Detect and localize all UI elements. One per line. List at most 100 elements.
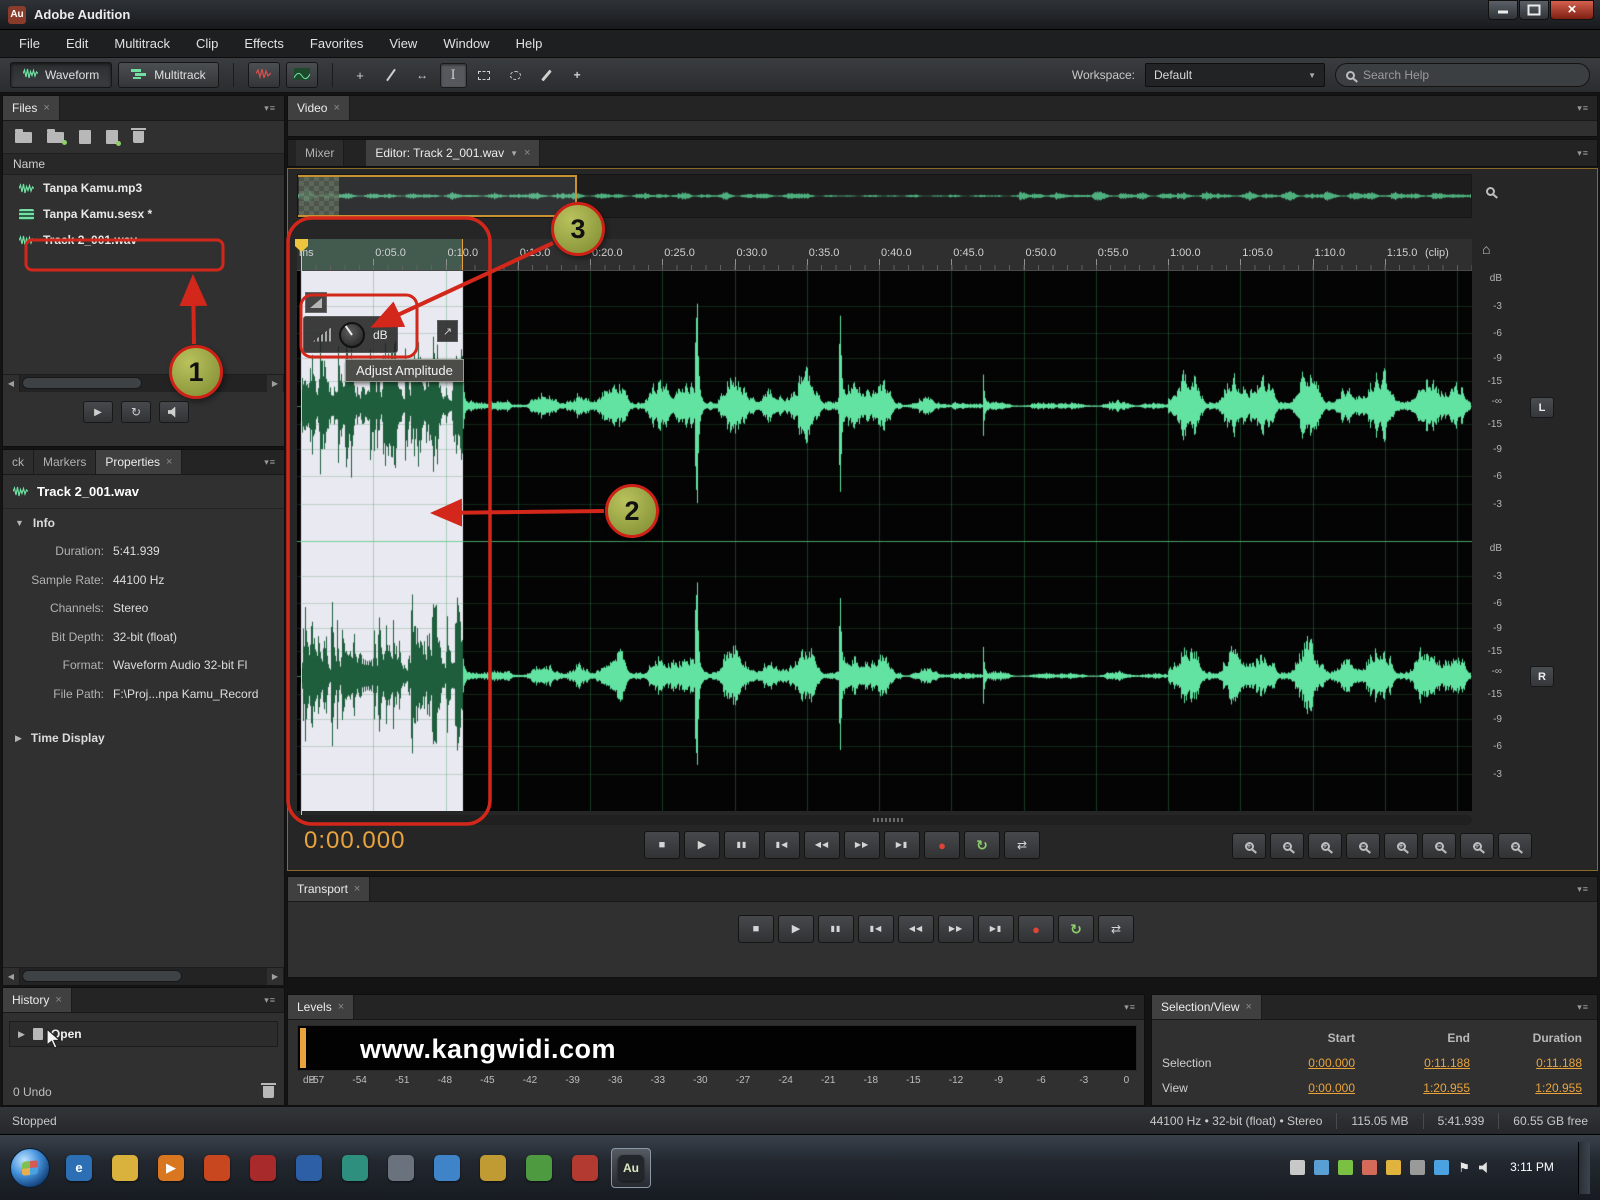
- fade-icon[interactable]: [305, 292, 327, 313]
- expand-hud-icon[interactable]: ↗: [437, 320, 458, 342]
- taskbar-internet-explorer[interactable]: e: [59, 1148, 99, 1188]
- taskbar-explorer[interactable]: [105, 1148, 145, 1188]
- tray-icon[interactable]: [1386, 1160, 1402, 1175]
- slip-tool-icon[interactable]: ↔: [409, 63, 436, 88]
- taskbar-app-orange[interactable]: [197, 1148, 237, 1188]
- tray-icon[interactable]: [1290, 1160, 1306, 1175]
- close-tab-icon[interactable]: ×: [524, 147, 530, 159]
- tray-icon[interactable]: [1410, 1160, 1426, 1175]
- taskbar-app-gray[interactable]: [381, 1148, 421, 1188]
- skip-to-start-button[interactable]: ▮◀: [764, 831, 800, 859]
- scroll-left-icon[interactable]: ◀: [3, 967, 20, 985]
- tray-icon[interactable]: [1314, 1160, 1330, 1175]
- file-row[interactable]: Track 2_001.wav: [3, 227, 284, 253]
- zoom-to-selection-button[interactable]: +: [1384, 833, 1418, 859]
- open-file-icon[interactable]: [15, 128, 32, 143]
- taskbar-app-lightblue[interactable]: [427, 1148, 467, 1188]
- amplitude-knob[interactable]: [339, 321, 365, 348]
- record-button[interactable]: ●: [924, 831, 960, 859]
- timeline-ruler[interactable]: ms (clip) 0:05.0 0:10.0 0:15.0 0:20.0 0:25.0…: [297, 239, 1472, 271]
- files-name-header[interactable]: Name: [3, 154, 284, 175]
- menu-edit[interactable]: Edit: [53, 30, 101, 58]
- scroll-right-icon[interactable]: ▶: [267, 374, 284, 392]
- skip-to-end-button[interactable]: ▶▮: [884, 831, 920, 859]
- file-row[interactable]: Tanpa Kamu.sesx *: [3, 201, 284, 227]
- selview-start-value[interactable]: 0:00.000: [1308, 1081, 1355, 1095]
- razor-tool-icon[interactable]: [378, 63, 405, 88]
- zoom-in-amplitude-button[interactable]: +: [1232, 833, 1266, 859]
- waveform-view-button[interactable]: Waveform: [10, 62, 113, 88]
- panel-menu-icon[interactable]: ▾≡: [1116, 995, 1144, 1019]
- taskbar-app-red[interactable]: [243, 1148, 283, 1188]
- file-row[interactable]: Tanpa Kamu.mp3: [3, 175, 284, 201]
- loop-preview-icon[interactable]: ↻: [121, 401, 151, 423]
- delete-icon[interactable]: [131, 128, 146, 143]
- stop-button[interactable]: ■: [644, 831, 680, 859]
- menu-help[interactable]: Help: [503, 30, 556, 58]
- scroll-right-icon[interactable]: ▶: [267, 967, 284, 985]
- home-icon[interactable]: ⌂: [1482, 241, 1490, 257]
- transport-tab[interactable]: Transport ×: [288, 877, 371, 901]
- close-tab-icon[interactable]: ×: [43, 102, 49, 114]
- selection-view-tab[interactable]: Selection/View ×: [1152, 995, 1262, 1019]
- close-button[interactable]: [1550, 0, 1594, 20]
- search-input[interactable]: [1363, 68, 1579, 82]
- menu-effects[interactable]: Effects: [231, 30, 297, 58]
- panel-menu-icon[interactable]: ▾≡: [256, 450, 284, 474]
- close-tab-icon[interactable]: ×: [1246, 1001, 1252, 1013]
- time-selection-tool-icon[interactable]: I: [439, 62, 467, 88]
- workspace-dropdown[interactable]: Default ▼: [1145, 63, 1325, 87]
- menu-favorites[interactable]: Favorites: [297, 30, 376, 58]
- properties-tab[interactable]: Properties ×: [96, 450, 183, 474]
- maximize-button[interactable]: [1519, 0, 1549, 20]
- playhead-time-display[interactable]: 0:00.000: [304, 827, 405, 855]
- selview-start-value[interactable]: 0:00.000: [1308, 1056, 1355, 1070]
- show-desktop-button[interactable]: [1578, 1141, 1590, 1194]
- navigate-zoom-icon[interactable]: [1486, 185, 1495, 199]
- levels-meter[interactable]: www.kangwidi.com: [297, 1025, 1137, 1071]
- mixer-tab[interactable]: Mixer: [296, 140, 345, 166]
- taskbar-media-player[interactable]: ▶: [151, 1148, 191, 1188]
- skip-to-start-button[interactable]: ▮◀: [858, 915, 894, 943]
- multitrack-view-button[interactable]: Multitrack: [118, 62, 219, 88]
- spectral-display-button[interactable]: [285, 62, 318, 88]
- pause-button[interactable]: ▮▮: [818, 915, 854, 943]
- zoom-in-time-button[interactable]: +: [1308, 833, 1342, 859]
- record-button[interactable]: ●: [1018, 915, 1054, 943]
- panel-menu-icon[interactable]: ▾≡: [256, 96, 284, 120]
- zoom-in-horizontal-button[interactable]: −: [1422, 833, 1456, 859]
- close-tab-icon[interactable]: ×: [338, 1001, 344, 1013]
- files-hscrollbar[interactable]: [20, 374, 267, 392]
- panel-menu-icon[interactable]: ▾≡: [1569, 877, 1597, 901]
- zoom-out-time-button[interactable]: −: [1346, 833, 1380, 859]
- zoom-out-horizontal-button[interactable]: +: [1460, 833, 1494, 859]
- panel-menu-icon[interactable]: ▾≡: [1569, 995, 1597, 1019]
- trash-icon[interactable]: [261, 1083, 276, 1098]
- panel-menu-icon[interactable]: ▾≡: [256, 988, 284, 1012]
- import-file-icon[interactable]: [47, 128, 67, 145]
- menu-window[interactable]: Window: [430, 30, 502, 58]
- app-icon[interactable]: Au: [8, 5, 26, 24]
- new-item-icon[interactable]: [79, 130, 91, 144]
- play-button[interactable]: ▶: [778, 915, 814, 943]
- insert-into-multitrack-icon[interactable]: [106, 130, 121, 146]
- skip-to-end-button[interactable]: ▶▮: [978, 915, 1014, 943]
- stop-button[interactable]: ■: [738, 915, 774, 943]
- help-search-box[interactable]: [1335, 63, 1590, 87]
- right-channel-button[interactable]: R: [1530, 666, 1554, 687]
- loop-playback-button[interactable]: ↻: [964, 831, 1000, 859]
- history-tab[interactable]: History ×: [3, 988, 72, 1012]
- auto-play-icon[interactable]: [159, 401, 189, 423]
- lasso-selection-tool-icon[interactable]: [502, 63, 529, 88]
- taskbar-app-capture[interactable]: [565, 1148, 605, 1188]
- selview-end-value[interactable]: 1:20.955: [1423, 1081, 1470, 1095]
- editor-tab[interactable]: Editor: Track 2_001.wav ▼ ×: [366, 140, 541, 166]
- taskbar-clock[interactable]: 3:11 PM: [1501, 1160, 1563, 1175]
- taskbar-adobe-audition[interactable]: Au: [611, 1147, 651, 1188]
- info-section-header[interactable]: ▼ Info: [3, 509, 284, 537]
- menu-view[interactable]: View: [376, 30, 430, 58]
- marquee-selection-tool-icon[interactable]: [471, 63, 498, 88]
- skip-selection-button[interactable]: ⇄: [1004, 831, 1040, 859]
- move-tool-icon[interactable]: +: [347, 63, 374, 88]
- minimize-button[interactable]: [1488, 0, 1518, 20]
